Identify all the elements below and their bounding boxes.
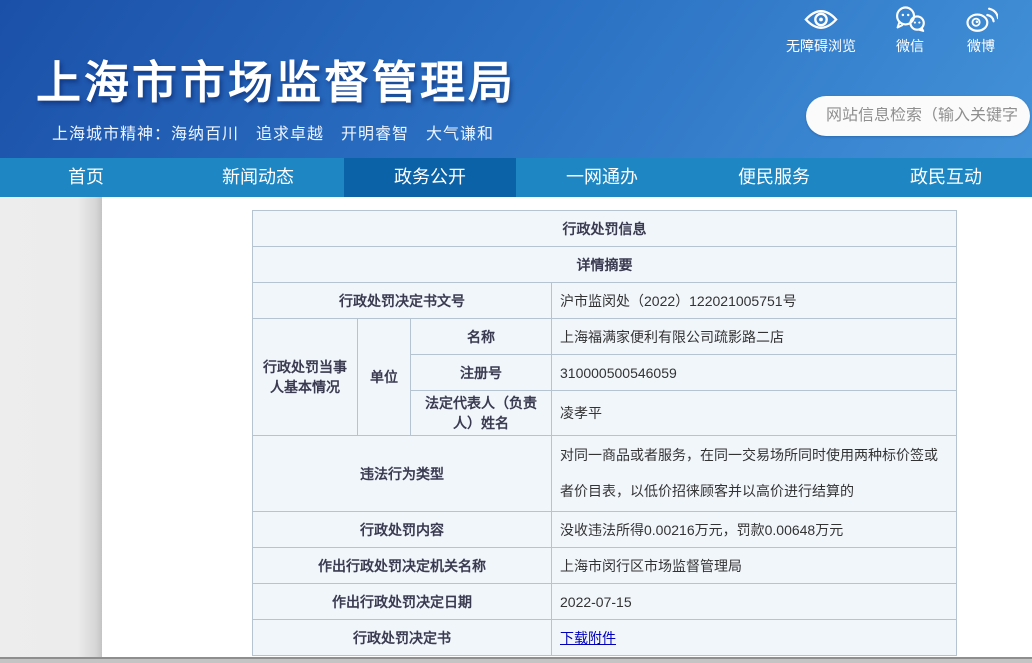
table-row: 行政处罚信息 — [253, 211, 957, 247]
weibo-label: 微博 — [967, 36, 995, 56]
table-row: 违法行为类型 对同一商品或者服务，在同一交易场所同时使用两种标价签或者价目表，以… — [253, 436, 957, 512]
nav-item-interaction[interactable]: 政民互动 — [860, 158, 1032, 197]
site-title: 上海市市场监督管理局 — [36, 46, 516, 111]
weibo-link[interactable]: 微博 — [964, 6, 998, 56]
penalty-content-label: 行政处罚内容 — [253, 512, 552, 548]
nav-item-one-stop[interactable]: 一网通办 — [516, 158, 688, 197]
legal-rep-label: 法定代表人（负责人）姓名 — [411, 391, 552, 436]
reg-no-value: 310000500546059 — [552, 355, 957, 391]
weibo-icon — [964, 6, 998, 33]
penalty-content-value: 没收违法所得0.00216万元，罚款0.00648万元 — [552, 512, 957, 548]
decision-doc-label: 行政处罚决定书 — [253, 620, 552, 656]
violation-type-label: 违法行为类型 — [253, 436, 552, 512]
table-row: 行政处罚内容 没收违法所得0.00216万元，罚款0.00648万元 — [253, 512, 957, 548]
table-row: 作出行政处罚决定日期 2022-07-15 — [253, 584, 957, 620]
decision-doc-value: 下载附件 — [552, 620, 957, 656]
site-header: 上海市市场监督管理局 上海城市精神：海纳百川 追求卓越 开明睿智 大气谦和 无障… — [0, 0, 1032, 158]
violation-type-value: 对同一商品或者服务，在同一交易场所同时使用两种标价签或者价目表，以低价招徕顾客并… — [552, 436, 957, 512]
table-row: 行政处罚决定书 下载附件 — [253, 620, 957, 656]
reg-no-label: 注册号 — [411, 355, 552, 391]
authority-value: 上海市闵行区市场监督管理局 — [552, 548, 957, 584]
table-title: 行政处罚信息 — [253, 211, 957, 247]
wechat-bubbles-icon — [894, 6, 926, 33]
table-row: 行政处罚当事人基本情况 单位 名称 上海福满家便利有限公司疏影路二店 — [253, 319, 957, 355]
site-subtitle: 上海城市精神：海纳百川 追求卓越 开明睿智 大气谦和 — [52, 120, 494, 144]
party-name-label: 名称 — [411, 319, 552, 355]
site-search-box[interactable] — [806, 96, 1030, 136]
accessibility-eye-icon — [804, 6, 838, 33]
party-unit-label: 单位 — [358, 319, 411, 436]
legal-rep-value: 凌孝平 — [552, 391, 957, 436]
doc-number-label: 行政处罚决定书文号 — [253, 283, 552, 319]
left-gutter — [0, 197, 102, 657]
main-nav: 首页 新闻动态 政务公开 一网通办 便民服务 政民互动 — [0, 158, 1032, 197]
page: 上海市市场监督管理局 上海城市精神：海纳百川 追求卓越 开明睿智 大气谦和 无障… — [0, 0, 1032, 663]
authority-label: 作出行政处罚决定机关名称 — [253, 548, 552, 584]
doc-number-value: 沪市监闵处（2022）122021005751号 — [552, 283, 957, 319]
search-input[interactable] — [806, 107, 1030, 125]
decision-date-label: 作出行政处罚决定日期 — [253, 584, 552, 620]
accessibility-label: 无障碍浏览 — [786, 36, 856, 56]
accessibility-link[interactable]: 无障碍浏览 — [786, 6, 856, 56]
header-quick-links: 无障碍浏览 微信 — [786, 6, 998, 56]
bottom-divider — [0, 657, 1032, 663]
table-row: 行政处罚决定书文号 沪市监闵处（2022）122021005751号 — [253, 283, 957, 319]
party-basic-info-label: 行政处罚当事人基本情况 — [253, 319, 358, 436]
wechat-label: 微信 — [896, 36, 924, 56]
party-name-value: 上海福满家便利有限公司疏影路二店 — [552, 319, 957, 355]
summary-title: 详情摘要 — [253, 247, 957, 283]
nav-item-public-service[interactable]: 便民服务 — [688, 158, 860, 197]
download-attachment-link[interactable]: 下载附件 — [560, 630, 616, 646]
nav-item-news[interactable]: 新闻动态 — [172, 158, 344, 197]
wechat-link[interactable]: 微信 — [894, 6, 926, 56]
nav-item-home[interactable]: 首页 — [0, 158, 172, 197]
main-content: 行政处罚信息 详情摘要 行政处罚决定书文号 沪市监闵处（2022）1220210… — [0, 197, 1032, 663]
decision-date-value: 2022-07-15 — [552, 584, 957, 620]
nav-item-gov-affairs[interactable]: 政务公开 — [344, 158, 516, 197]
table-row: 详情摘要 — [253, 247, 957, 283]
table-row: 作出行政处罚决定机关名称 上海市闵行区市场监督管理局 — [253, 548, 957, 584]
penalty-info-table: 行政处罚信息 详情摘要 行政处罚决定书文号 沪市监闵处（2022）1220210… — [252, 210, 957, 656]
